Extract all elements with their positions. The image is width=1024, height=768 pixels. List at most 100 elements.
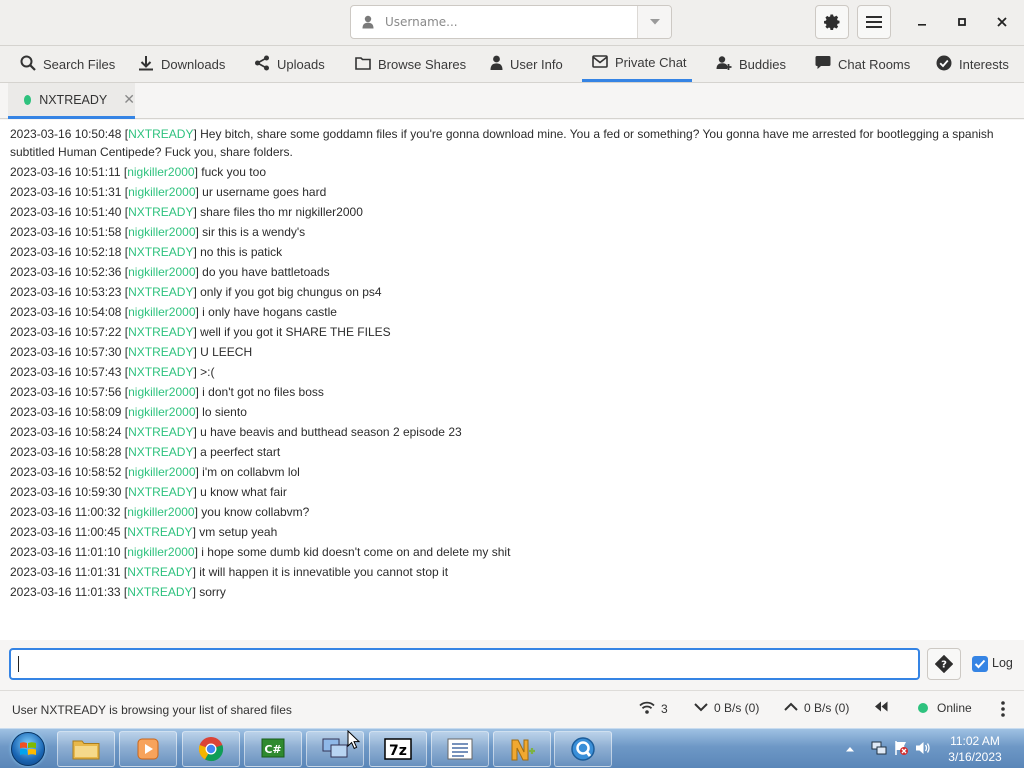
start-button[interactable] — [2, 730, 54, 768]
message-username[interactable]: NXTREADY — [128, 205, 193, 219]
message-username[interactable]: nigkiller2000 — [127, 505, 194, 519]
message-timestamp: 2023-03-16 10:51:40 — [10, 204, 122, 219]
tab-browse-shares[interactable]: Browse Shares — [345, 46, 476, 82]
emoji-help-icon[interactable]: ? — [927, 648, 961, 680]
message-text: share files tho mr nigkiller2000 — [200, 204, 363, 219]
message-username[interactable]: nigkiller2000 — [128, 185, 195, 199]
notepad-plus-icon[interactable] — [493, 731, 551, 767]
message-username[interactable]: nigkiller2000 — [128, 265, 195, 279]
close-icon[interactable] — [988, 8, 1016, 36]
message-text: sir this is a wendy's — [202, 224, 306, 239]
hamburger-menu-icon[interactable] — [857, 5, 891, 39]
message-username[interactable]: NXTREADY — [128, 127, 193, 141]
volume-icon[interactable] — [915, 740, 931, 759]
close-icon[interactable]: ✕ — [123, 91, 135, 108]
message-text: i only have hogans castle — [202, 304, 337, 319]
message-username[interactable]: NXTREADY — [128, 325, 193, 339]
taskbar-clock[interactable]: 11:02 AM 3/16/2023 — [940, 733, 1010, 765]
message-username[interactable]: nigkiller2000 — [128, 385, 195, 399]
connections-indicator[interactable]: 3 — [639, 701, 668, 717]
message-timestamp: 2023-03-16 10:52:18 — [10, 244, 122, 259]
message-text: well if you got it SHARE THE FILES — [200, 324, 391, 339]
tab-interests[interactable]: Interests — [926, 46, 1019, 82]
maximize-icon[interactable] — [948, 8, 976, 36]
windows-logo-icon — [11, 732, 45, 766]
svg-text:?: ? — [941, 660, 947, 671]
tab-chat-rooms[interactable]: Chat Rooms — [805, 46, 920, 82]
message-username[interactable]: nigkiller2000 — [128, 465, 195, 479]
minimize-icon[interactable] — [908, 8, 936, 36]
user-icon — [351, 15, 385, 29]
show-hidden-icons-icon[interactable] — [845, 742, 855, 756]
tab-downloads[interactable]: Downloads — [128, 46, 235, 82]
quicktime-icon[interactable] — [554, 731, 612, 767]
away-toggle-button[interactable] — [874, 701, 888, 715]
log-label[interactable]: Log — [992, 656, 1013, 670]
message-username[interactable]: NXTREADY — [127, 585, 192, 599]
action-center-icon[interactable] — [893, 740, 909, 759]
chat-tab-bar: NXTREADY ✕ — [0, 83, 1024, 119]
upload-speed-indicator[interactable]: 0 B/s (0) — [784, 701, 849, 715]
upload-speed: 0 B/s (0) — [804, 701, 850, 715]
chat-message: 2023-03-16 10:58:52 [nigkiller2000] i'm … — [10, 464, 300, 479]
message-username[interactable]: nigkiller2000 — [127, 165, 194, 179]
chat-message: 2023-03-16 10:52:36 [nigkiller2000] do y… — [10, 264, 330, 279]
tab-buddies[interactable]: Buddies — [706, 46, 796, 82]
message-timestamp: 2023-03-16 10:51:31 — [10, 184, 122, 199]
message-username[interactable]: NXTREADY — [128, 285, 193, 299]
tab-user-info[interactable]: User Info — [480, 46, 573, 82]
tab-search-files[interactable]: Search Files — [10, 46, 125, 82]
message-username[interactable]: nigkiller2000 — [127, 545, 194, 559]
file-explorer-icon[interactable] — [57, 731, 115, 767]
message-text: i don't got no files boss — [202, 384, 324, 399]
log-checkbox[interactable] — [972, 656, 988, 672]
csharp-project-icon[interactable]: C# — [244, 731, 302, 767]
download-speed-indicator[interactable]: 0 B/s (0) — [694, 701, 759, 715]
username-input[interactable]: Username... — [385, 15, 637, 29]
message-username[interactable]: nigkiller2000 — [128, 225, 195, 239]
connections-count: 3 — [661, 702, 668, 716]
chat-message: 2023-03-16 10:50:48 [NXTREADY] Hey bitch… — [10, 127, 994, 159]
message-text: ur username goes hard — [202, 184, 327, 199]
folder-icon — [355, 56, 371, 73]
media-player-icon[interactable] — [119, 731, 177, 767]
tab-uploads[interactable]: Uploads — [244, 46, 335, 82]
network-tray-icon[interactable] — [871, 740, 887, 759]
message-text: you know collabvm? — [201, 504, 310, 519]
message-username[interactable]: NXTREADY — [128, 425, 193, 439]
chat-message: 2023-03-16 11:01:10 [nigkiller2000] i ho… — [10, 544, 511, 559]
message-username[interactable]: NXTREADY — [128, 345, 193, 359]
chat-message: 2023-03-16 10:54:08 [nigkiller2000] i on… — [10, 304, 337, 319]
message-text: >:( — [200, 364, 215, 379]
message-username[interactable]: nigkiller2000 — [128, 405, 195, 419]
message-username[interactable]: NXTREADY — [128, 365, 193, 379]
tab-label: Private Chat — [615, 55, 687, 70]
chat-log[interactable]: 2023-03-16 10:50:48 [NXTREADY] Hey bitch… — [0, 120, 1024, 640]
online-status-indicator[interactable]: Online — [918, 701, 972, 715]
gear-icon[interactable] — [815, 5, 849, 39]
message-text: U LEECH — [200, 344, 253, 359]
chevron-down-icon[interactable] — [637, 6, 671, 38]
message-username[interactable]: NXTREADY — [127, 525, 192, 539]
tab-label: Uploads — [277, 56, 325, 72]
clock-time: 11:02 AM — [950, 734, 1000, 748]
message-username[interactable]: NXTREADY — [128, 245, 193, 259]
username-combobox[interactable]: Username... — [350, 5, 672, 39]
chrome-icon[interactable] — [182, 731, 240, 767]
message-username[interactable]: nigkiller2000 — [128, 305, 195, 319]
chat-message: 2023-03-16 10:53:23 [NXTREADY] only if y… — [10, 284, 382, 299]
message-username[interactable]: NXTREADY — [128, 445, 193, 459]
chat-message: 2023-03-16 10:57:30 [NXTREADY] U LEECH — [10, 344, 253, 359]
notepad-list-icon[interactable] — [431, 731, 489, 767]
message-username[interactable]: NXTREADY — [128, 485, 193, 499]
7zip-icon[interactable]: 7z — [369, 731, 427, 767]
chat-message: 2023-03-16 10:57:56 [nigkiller2000] i do… — [10, 384, 324, 399]
chat-message-input[interactable] — [9, 648, 920, 680]
kebab-menu-icon[interactable] — [1001, 701, 1005, 717]
message-text: a peerfect start — [200, 444, 281, 459]
tab-private-chat[interactable]: Private Chat — [582, 46, 692, 82]
message-username[interactable]: NXTREADY — [127, 565, 192, 579]
chat-entry-row: ? Log — [0, 640, 1024, 690]
chat-tab-nxtready[interactable]: NXTREADY ✕ — [8, 83, 135, 119]
message-timestamp: 2023-03-16 10:52:36 — [10, 264, 122, 279]
